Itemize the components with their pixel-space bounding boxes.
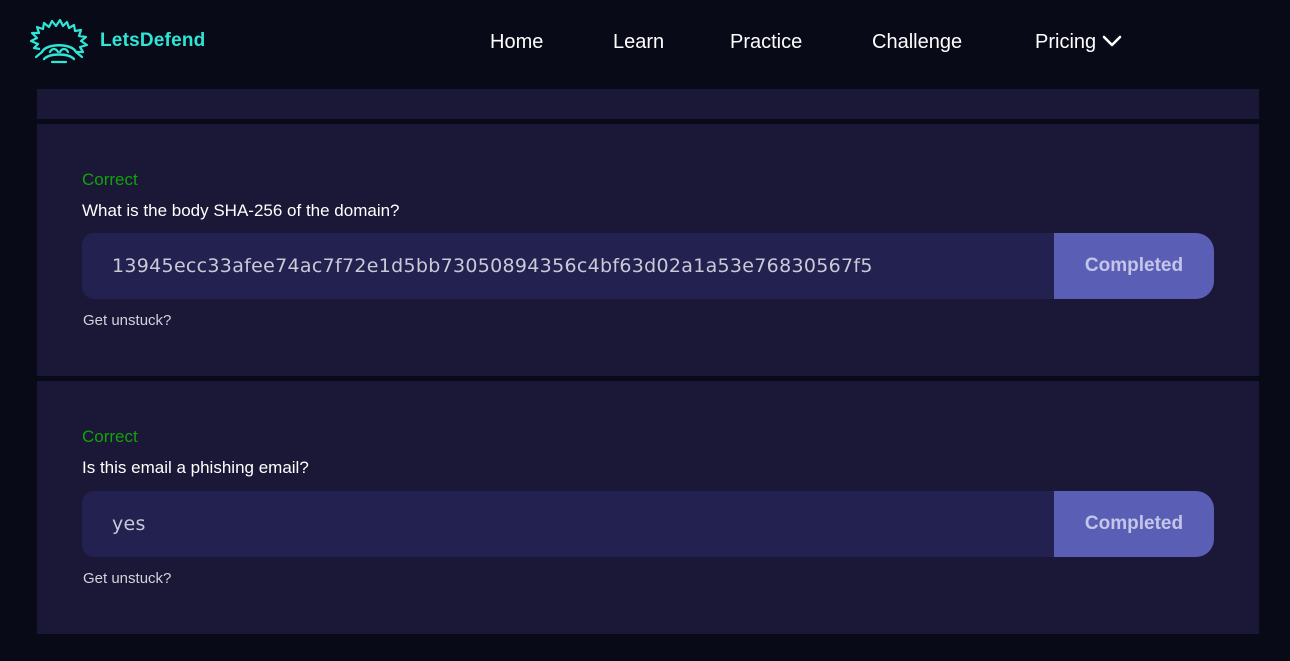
nav-home[interactable]: Home — [490, 31, 543, 54]
top-navigation-bar: LetsDefend Home Learn Practice Challenge… — [0, 0, 1290, 89]
nav-pricing[interactable]: Pricing — [1035, 31, 1122, 54]
get-unstuck-link[interactable]: Get unstuck? — [83, 570, 171, 587]
answer-row: Completed — [82, 491, 1214, 557]
answer-status: Correct — [82, 427, 138, 446]
completed-button[interactable]: Completed — [1054, 233, 1214, 299]
nav-challenge[interactable]: Challenge — [872, 31, 962, 54]
completed-button[interactable]: Completed — [1054, 491, 1214, 557]
answer-input[interactable] — [82, 233, 1054, 299]
answer-status: Correct — [82, 170, 138, 189]
nav-pricing-label: Pricing — [1035, 31, 1097, 53]
nav-learn[interactable]: Learn — [613, 31, 664, 54]
get-unstuck-link[interactable]: Get unstuck? — [83, 312, 171, 329]
brand-name: LetsDefend — [100, 29, 206, 51]
question-text: What is the body SHA-256 of the domain? — [82, 201, 400, 220]
nav-practice[interactable]: Practice — [730, 31, 802, 54]
brand-link[interactable]: LetsDefend — [28, 19, 205, 65]
question-panel: Correct Is this email a phishing email? … — [37, 381, 1259, 634]
answer-row: Completed — [82, 233, 1214, 299]
question-panel: Correct What is the body SHA-256 of the … — [37, 124, 1259, 376]
chevron-down-icon — [1102, 35, 1122, 47]
answer-input[interactable] — [82, 491, 1054, 557]
previous-question-panel — [37, 89, 1259, 119]
letsdefend-logo-icon — [29, 19, 89, 64]
question-text: Is this email a phishing email? — [82, 458, 309, 477]
